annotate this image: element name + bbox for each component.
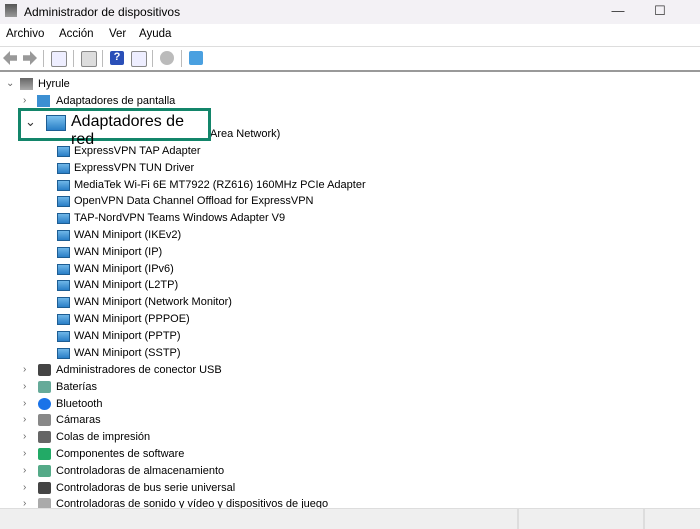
storage-controller-icon bbox=[38, 464, 51, 477]
tree-item-label: Controladoras de almacenamiento bbox=[56, 464, 225, 477]
toolbar-separator bbox=[73, 50, 74, 67]
tree-item-label: OpenVPN Data Channel Offload for Express… bbox=[74, 195, 314, 208]
tree-item-label: Cámaras bbox=[56, 414, 101, 427]
status-divider bbox=[517, 509, 519, 529]
network-adapter-icon bbox=[57, 347, 70, 359]
chevron-right-icon[interactable]: › bbox=[23, 362, 33, 378]
chevron-down-icon[interactable]: ⌄ bbox=[6, 76, 16, 92]
network-adapter-icon bbox=[57, 179, 70, 191]
status-divider bbox=[643, 509, 645, 529]
chevron-right-icon[interactable]: › bbox=[23, 463, 33, 479]
printer-icon bbox=[38, 431, 51, 444]
menu-bar: Archivo Acción Ver Ayuda bbox=[0, 24, 700, 47]
tree-item-label: WAN Miniport (L2TP) bbox=[74, 279, 179, 292]
minimize-button[interactable]: — bbox=[608, 3, 628, 19]
network-adapter-icon bbox=[57, 246, 70, 258]
toolbar-separator bbox=[181, 50, 182, 67]
toolbar-separator bbox=[102, 50, 103, 67]
tree-item-label: Area Network) bbox=[210, 128, 281, 140]
chevron-right-icon[interactable]: › bbox=[23, 93, 33, 109]
tree-item-label: WAN Miniport (IPv6) bbox=[74, 262, 174, 275]
display-icon bbox=[37, 95, 50, 107]
window-title: Administrador de dispositivos bbox=[24, 5, 181, 19]
tree-item-label: WAN Miniport (SSTP) bbox=[74, 346, 181, 359]
title-bar: Administrador de dispositivos — ☐ bbox=[0, 0, 700, 24]
tree-item-label: Colas de impresión bbox=[56, 431, 151, 444]
usb-controller-icon bbox=[38, 481, 51, 494]
battery-icon bbox=[38, 380, 51, 393]
network-adapter-icon bbox=[57, 230, 70, 241]
chevron-right-icon[interactable]: › bbox=[23, 446, 33, 462]
menu-accion[interactable]: Acción bbox=[59, 28, 94, 40]
tree-item-label: ExpressVPN TAP Adapter bbox=[74, 145, 201, 157]
menu-ver[interactable]: Ver bbox=[109, 28, 126, 40]
forward-icon[interactable] bbox=[23, 51, 37, 65]
network-adapter-icon bbox=[57, 280, 70, 292]
show-hide-tree-icon[interactable] bbox=[51, 51, 67, 67]
menu-ayuda[interactable]: Ayuda bbox=[139, 28, 171, 40]
usb-icon bbox=[38, 364, 51, 376]
network-icon bbox=[46, 115, 66, 131]
network-adapter-icon bbox=[57, 330, 70, 342]
bluetooth-icon bbox=[38, 397, 51, 410]
status-bar bbox=[0, 508, 700, 529]
tree-item-label: WAN Miniport (PPPOE) bbox=[74, 313, 190, 325]
network-adapter-icon bbox=[57, 213, 70, 225]
tree-item-label: Adaptadores de pantalla bbox=[56, 95, 176, 107]
chevron-right-icon[interactable]: › bbox=[23, 379, 33, 395]
properties-icon[interactable] bbox=[81, 51, 97, 67]
network-adapters-highlight[interactable]: ⌄ Adaptadores de red bbox=[18, 108, 211, 148]
update-driver-icon[interactable] bbox=[160, 51, 174, 65]
tree-item-label: MediaTek Wi-Fi 6E MT7922 (RZ616) 160MHz … bbox=[74, 178, 366, 191]
tree-item-label: WAN Miniport (PPTP) bbox=[74, 329, 181, 342]
tree-item-label: WAN Miniport (IP) bbox=[74, 245, 163, 258]
chevron-down-icon[interactable]: ⌄ bbox=[25, 114, 36, 130]
tree-item-label: Controladoras de bus serie universal bbox=[56, 481, 236, 494]
tree-item-label: Componentes de software bbox=[56, 448, 185, 460]
chevron-right-icon[interactable]: › bbox=[23, 480, 33, 496]
tree-item-label: ExpressVPN TUN Driver bbox=[74, 161, 195, 174]
tree-item-label: Bluetooth bbox=[56, 397, 103, 410]
tree-item-partial[interactable]: Area Network) bbox=[210, 126, 280, 142]
tree-item-label: Baterías bbox=[56, 380, 97, 393]
computer-icon bbox=[20, 78, 33, 90]
toolbar-separator bbox=[43, 50, 44, 67]
chevron-right-icon[interactable]: › bbox=[23, 412, 33, 428]
tree-item-label: WAN Miniport (Network Monitor) bbox=[74, 296, 232, 309]
chevron-right-icon[interactable]: › bbox=[23, 429, 33, 445]
chevron-right-icon[interactable]: › bbox=[23, 396, 33, 412]
network-adapter-icon bbox=[57, 162, 70, 174]
software-component-icon bbox=[38, 448, 51, 460]
toolbar: ? bbox=[0, 47, 700, 72]
tree-item-label: TAP-NordVPN Teams Windows Adapter V9 bbox=[74, 212, 286, 225]
maximize-button[interactable]: ☐ bbox=[650, 3, 670, 19]
network-adapter-icon bbox=[57, 263, 70, 275]
tree-item-label: WAN Miniport (IKEv2) bbox=[74, 229, 182, 241]
tree-root-label: Hyrule bbox=[38, 78, 70, 90]
help-icon[interactable]: ? bbox=[110, 51, 124, 65]
menu-archivo[interactable]: Archivo bbox=[6, 28, 44, 40]
network-adapter-icon bbox=[57, 146, 70, 157]
device-manager-icon bbox=[5, 4, 17, 17]
network-adapter-icon bbox=[57, 314, 70, 325]
scan-hardware-icon[interactable] bbox=[189, 51, 203, 65]
run-icon[interactable] bbox=[131, 51, 147, 67]
tree-item-label: Administradores de conector USB bbox=[56, 364, 222, 376]
toolbar-separator bbox=[152, 50, 153, 67]
camera-icon bbox=[38, 414, 51, 427]
back-icon[interactable] bbox=[3, 51, 17, 65]
network-adapter-icon bbox=[57, 297, 70, 309]
network-adapter-icon bbox=[57, 196, 70, 208]
